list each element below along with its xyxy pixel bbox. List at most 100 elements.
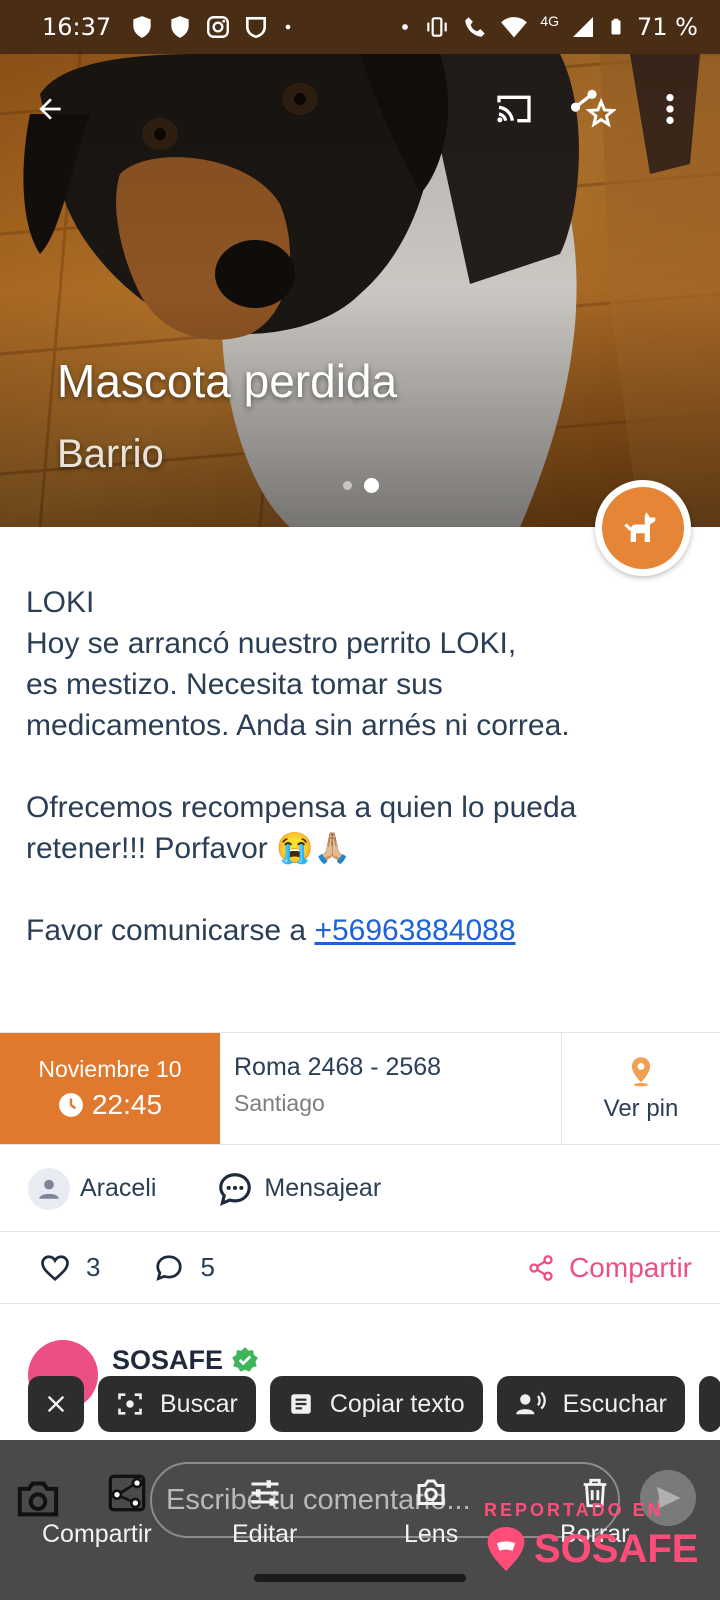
lens-button[interactable]: Lens (404, 1474, 458, 1549)
listen-chip[interactable]: Escuchar (496, 1376, 685, 1432)
search-chip[interactable]: Buscar (98, 1376, 256, 1432)
post-category-title: Mascota perdida (57, 355, 398, 407)
view-pin-label: Ver pin (603, 1094, 679, 1122)
description-line: retener!!! Porfavor 😭🙏🏼 (26, 832, 351, 865)
event-time-row: 22:45 (58, 1089, 162, 1121)
author-name: Araceli (80, 1174, 157, 1202)
close-chips-button[interactable] (28, 1376, 84, 1432)
brand-watermark: SOSAFE (484, 1525, 698, 1573)
dot-icon (285, 24, 291, 30)
contact-line: Favor comunicarse a +56963884088 (26, 910, 696, 951)
home-indicator[interactable] (254, 1574, 466, 1582)
address-city: Santiago (234, 1090, 325, 1116)
system-icons: 4G 71 % (398, 13, 698, 41)
category-badge-circle (602, 487, 684, 569)
status-time: 16:37 (42, 13, 112, 41)
event-address: Roma 2468 - 2568 Santiago (220, 1033, 562, 1144)
carousel-dot[interactable] (343, 481, 352, 490)
author-profile[interactable]: Araceli (28, 1167, 157, 1210)
carousel-dot-active[interactable] (364, 478, 379, 493)
battery-icon (611, 18, 621, 35)
description-line: es mestizo. Necesita tomar sus (26, 668, 443, 701)
description-line: Hoy se arrancó nuestro perrito LOKI, (26, 627, 517, 660)
event-info-row: Noviembre 10 22:45 Roma 2468 - 2568 Sant… (0, 1032, 720, 1145)
photos-share-label: Compartir (42, 1520, 152, 1548)
notification-icons (129, 14, 295, 40)
lens-label: Lens (404, 1520, 459, 1548)
message-label: Mensajear (264, 1174, 382, 1202)
network-type: 4G (540, 13, 560, 29)
share-save-button[interactable] (566, 83, 618, 135)
listen-chip-label: Escuchar (562, 1389, 667, 1418)
edit-button[interactable]: Editar (232, 1474, 297, 1549)
category-badge[interactable] (595, 480, 691, 576)
more-chip[interactable] (698, 1376, 720, 1432)
share-button[interactable]: Compartir (527, 1252, 692, 1284)
shield-icon (133, 16, 151, 38)
description-line: Ofrecemos recompensa a quien lo pueda (26, 791, 577, 824)
back-button[interactable] (24, 83, 76, 135)
event-time: 22:45 (91, 1089, 163, 1120)
contact-prefix: Favor comunicarse a (26, 914, 315, 947)
lens-action-chips: Buscar Copiar texto Escuchar (28, 1376, 720, 1432)
dog-icon (624, 512, 656, 542)
comment-icon (156, 1254, 183, 1281)
like-count: 3 (86, 1252, 101, 1282)
hero-toolbar (0, 54, 720, 164)
description-line: medicamentos. Anda sin arnés ni correa. (26, 709, 570, 742)
badge-icon (246, 17, 267, 39)
screen: 16:37 4G 71 % Mascota perdida Barrio LOK… (0, 0, 720, 1600)
close-icon (47, 1395, 65, 1413)
comments-button[interactable]: 5 (154, 1252, 215, 1283)
vibrate-icon (427, 17, 448, 37)
person-icon (39, 1179, 59, 1199)
message-button[interactable]: Mensajear (216, 1170, 381, 1208)
hero-photo-carousel[interactable]: Mascota perdida Barrio (0, 54, 720, 527)
lens-search-icon (118, 1393, 142, 1415)
comment-count: 5 (200, 1252, 215, 1282)
back-arrow-icon (39, 98, 61, 120)
listen-icon (515, 1391, 546, 1415)
dot-icon (402, 24, 409, 30)
location-pin-icon (631, 1056, 651, 1086)
share-graph-icon (107, 1474, 147, 1512)
document-icon (291, 1394, 311, 1414)
cast-button[interactable] (488, 83, 540, 135)
post-description: LOKI Hoy se arrancó nuestro perrito LOKI… (26, 582, 696, 951)
more-options-button[interactable] (644, 83, 696, 135)
description-line (26, 869, 696, 910)
reported-watermark: REPORTADO EN (484, 1500, 664, 1520)
event-datetime: Noviembre 10 22:45 (0, 1033, 220, 1144)
copy-text-chip[interactable]: Copiar texto (269, 1376, 483, 1432)
reactions-row: 3 5 Compartir (0, 1232, 720, 1304)
comment-author: SOSAFE (112, 1344, 224, 1375)
wifi-icon (501, 17, 528, 38)
search-chip-label: Buscar (160, 1389, 238, 1418)
event-date: Noviembre 10 (38, 1056, 182, 1082)
avatar (28, 1167, 70, 1210)
phone-link[interactable]: +56963884088 (314, 914, 515, 947)
clock-icon (59, 1093, 83, 1117)
battery-percent: 71 % (637, 13, 698, 41)
like-button[interactable]: 3 (40, 1252, 100, 1283)
chat-icon (219, 1172, 252, 1206)
carousel-indicator (343, 478, 379, 493)
share-label: Compartir (569, 1251, 692, 1283)
comment-author-row: SOSAFE (112, 1345, 259, 1376)
edit-label: Editar (232, 1520, 298, 1548)
description-line (26, 746, 696, 787)
cast-icon (497, 95, 531, 123)
share-icon (529, 1254, 553, 1281)
sosafe-logo-icon (487, 1527, 525, 1571)
edit-icon (251, 1480, 279, 1506)
address-street: Roma 2468 - 2568 (234, 1053, 442, 1081)
view-pin-button[interactable]: Ver pin (562, 1033, 720, 1144)
photos-share-button[interactable]: Compartir (42, 1474, 152, 1549)
heart-icon (41, 1254, 69, 1281)
copy-text-chip-label: Copiar texto (329, 1389, 465, 1418)
shield-icon (171, 16, 189, 38)
verified-icon (232, 1347, 258, 1372)
author-row: Araceli Mensajear (0, 1146, 720, 1232)
more-vert-icon (666, 93, 674, 125)
instagram-icon (207, 16, 230, 38)
